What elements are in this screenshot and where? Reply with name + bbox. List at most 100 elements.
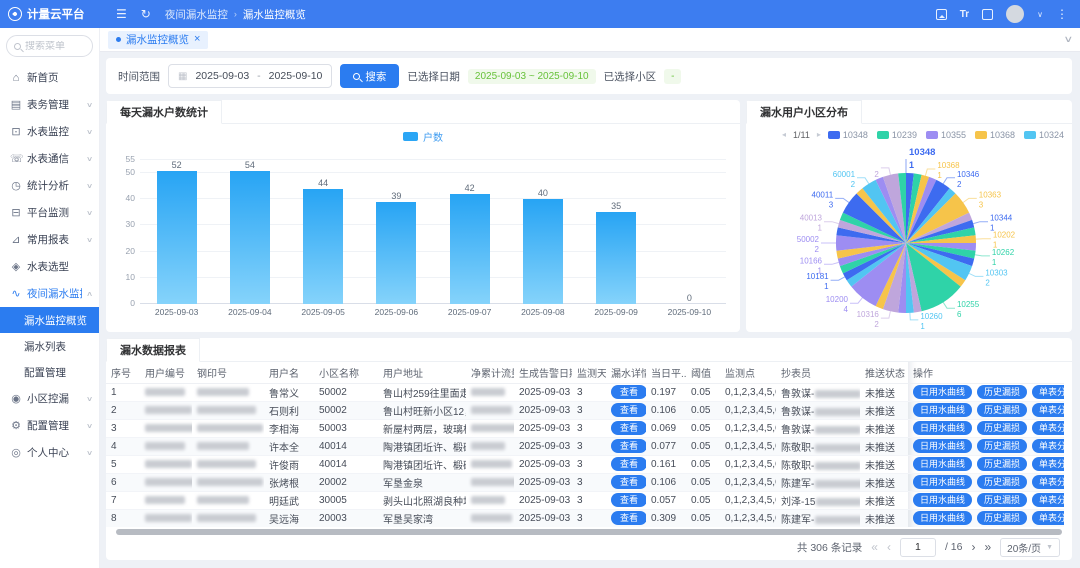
sidebar-item-night-leak[interactable]: ∿夜间漏水监控∧: [0, 280, 99, 307]
menu-search[interactable]: [6, 35, 93, 57]
legend-next-icon[interactable]: ▸: [817, 130, 821, 139]
user-avatar[interactable]: [1006, 5, 1024, 23]
pie-legend-item[interactable]: 10348: [828, 130, 868, 140]
last-page-button[interactable]: »: [984, 541, 991, 553]
sidebar-subitem[interactable]: 配置管理: [0, 359, 99, 385]
pie-legend-item[interactable]: 10239: [877, 130, 917, 140]
screenshot-icon[interactable]: [936, 9, 947, 20]
pie-legend-item[interactable]: 10324: [1024, 130, 1064, 140]
daily-water-curve-button[interactable]: 日用水曲线: [913, 457, 972, 471]
page-size-select[interactable]: 20条/页 ▼: [1000, 538, 1060, 557]
date-range-picker[interactable]: ▦ 2025-09-03 - 2025-09-10: [168, 64, 332, 88]
pie-chart-title[interactable]: 漏水用户小区分布: [746, 100, 862, 124]
single-meter-analysis-button[interactable]: 单表分析: [1032, 385, 1064, 399]
date-end-value[interactable]: 2025-09-10: [269, 70, 323, 82]
sidebar-subitem[interactable]: 漏水列表: [0, 333, 99, 359]
daily-water-curve-button[interactable]: 日用水曲线: [913, 511, 972, 525]
x-tick-label: 2025-09-03: [140, 307, 213, 317]
page-number-input[interactable]: 1: [900, 538, 936, 557]
sidebar-item-district-leak[interactable]: ◉小区控漏∨: [0, 385, 99, 412]
collapse-menu-icon[interactable]: ☰: [116, 8, 127, 20]
bar[interactable]: [523, 199, 563, 304]
legend-prev-icon[interactable]: ◂: [782, 130, 786, 139]
sidebar-item-home[interactable]: ⌂新首页: [0, 64, 99, 91]
cell-threshold: 0.05: [686, 509, 720, 527]
date-start-value[interactable]: 2025-09-03: [195, 70, 249, 82]
daily-water-curve-button[interactable]: 日用水曲线: [913, 475, 972, 489]
x-tick-label: 2025-09-06: [360, 307, 433, 317]
history-leak-button[interactable]: 历史漏损: [977, 421, 1027, 435]
sidebar-item-stats[interactable]: ◷统计分析∨: [0, 172, 99, 199]
first-page-button[interactable]: «: [871, 541, 878, 553]
refresh-icon[interactable]: ↻: [141, 8, 151, 20]
y-tick-label: 55: [126, 154, 135, 164]
history-leak-button[interactable]: 历史漏损: [977, 403, 1027, 417]
prev-page-button[interactable]: ‹: [887, 541, 891, 553]
next-page-button[interactable]: ›: [971, 541, 975, 553]
history-leak-button[interactable]: 历史漏损: [977, 475, 1027, 489]
sidebar-item-user-center[interactable]: ◎个人中心∨: [0, 439, 99, 466]
sidebar-item-meter-selection[interactable]: ◈水表选型: [0, 253, 99, 280]
single-meter-analysis-button[interactable]: 单表分析: [1032, 457, 1064, 471]
breadcrumb-parent[interactable]: 夜间漏水监控: [165, 7, 228, 22]
single-meter-analysis-button[interactable]: 单表分析: [1032, 403, 1064, 417]
single-meter-analysis-button[interactable]: 单表分析: [1032, 493, 1064, 507]
menu-search-input[interactable]: [25, 41, 85, 52]
history-leak-button[interactable]: 历史漏损: [977, 385, 1027, 399]
daily-water-curve-button[interactable]: 日用水曲线: [913, 385, 972, 399]
sidebar-item-config[interactable]: ⚙配置管理∨: [0, 412, 99, 439]
reader-name: 刘泽-15: [781, 497, 815, 508]
cell-user_no: [140, 419, 192, 437]
pie-legend-item[interactable]: 10355: [926, 130, 966, 140]
tabbar-chevron-down-icon[interactable]: ∨: [1064, 34, 1074, 45]
single-meter-analysis-button[interactable]: 单表分析: [1032, 421, 1064, 435]
bar-chart-title[interactable]: 每天漏水户数统计: [106, 100, 222, 124]
fullscreen-icon[interactable]: [982, 9, 993, 20]
user-menu-chevron-icon[interactable]: ∨: [1037, 10, 1043, 19]
sidebar-item-reports[interactable]: ⊿常用报表∨: [0, 226, 99, 253]
view-detail-button[interactable]: 查看: [611, 385, 646, 399]
font-size-icon[interactable]: Tr: [960, 9, 969, 20]
view-detail-button[interactable]: 查看: [611, 475, 646, 489]
bar[interactable]: [303, 189, 343, 304]
view-detail-button[interactable]: 查看: [611, 421, 646, 435]
view-detail-button[interactable]: 查看: [611, 403, 646, 417]
bar[interactable]: [596, 212, 636, 304]
bar[interactable]: [376, 202, 416, 304]
daily-water-curve-button[interactable]: 日用水曲线: [913, 421, 972, 435]
bar[interactable]: [230, 171, 270, 304]
view-detail-button[interactable]: 查看: [611, 511, 646, 525]
search-button[interactable]: 搜索: [340, 64, 399, 88]
table-title[interactable]: 漏水数据报表: [106, 338, 200, 362]
sidebar-item-meter-monitor[interactable]: ⊡水表监控∨: [0, 118, 99, 145]
daily-water-curve-button[interactable]: 日用水曲线: [913, 493, 972, 507]
table-row: 1鲁常义50002鲁山村259往里面走很远2025-09-033查看0.1970…: [106, 383, 1064, 401]
pie-legend-item[interactable]: 10368: [975, 130, 1015, 140]
tab-close-icon[interactable]: ×: [194, 34, 200, 45]
sidebar-item-platform-monitor[interactable]: ⊟平台监测∨: [0, 199, 99, 226]
single-meter-analysis-button[interactable]: 单表分析: [1032, 475, 1064, 489]
view-detail-button[interactable]: 查看: [611, 493, 646, 507]
view-detail-button[interactable]: 查看: [611, 457, 646, 471]
single-meter-analysis-button[interactable]: 单表分析: [1032, 511, 1064, 525]
daily-water-curve-button[interactable]: 日用水曲线: [913, 439, 972, 453]
cell-threshold: 0.05: [686, 401, 720, 419]
kebab-menu-icon[interactable]: ⋮: [1056, 7, 1068, 21]
history-leak-button[interactable]: 历史漏损: [977, 493, 1027, 507]
bar-chart-legend[interactable]: 户数: [106, 126, 740, 146]
sidebar-item-meter-comm[interactable]: ☏水表通信∨: [0, 145, 99, 172]
sidebar-item-meter-management[interactable]: ▤表务管理∨: [0, 91, 99, 118]
meter-management-icon: ▤: [10, 98, 22, 111]
history-leak-button[interactable]: 历史漏损: [977, 511, 1027, 525]
tab-leak-overview[interactable]: 漏水监控概览 ×: [108, 31, 208, 49]
history-leak-button[interactable]: 历史漏损: [977, 457, 1027, 471]
cell-idx: 4: [106, 437, 140, 455]
horizontal-scrollbar[interactable]: [116, 529, 1062, 535]
single-meter-analysis-button[interactable]: 单表分析: [1032, 439, 1064, 453]
sidebar-subitem[interactable]: 漏水监控概览: [0, 307, 99, 333]
history-leak-button[interactable]: 历史漏损: [977, 439, 1027, 453]
bar[interactable]: [450, 194, 490, 304]
bar[interactable]: [157, 171, 197, 304]
view-detail-button[interactable]: 查看: [611, 439, 646, 453]
daily-water-curve-button[interactable]: 日用水曲线: [913, 403, 972, 417]
